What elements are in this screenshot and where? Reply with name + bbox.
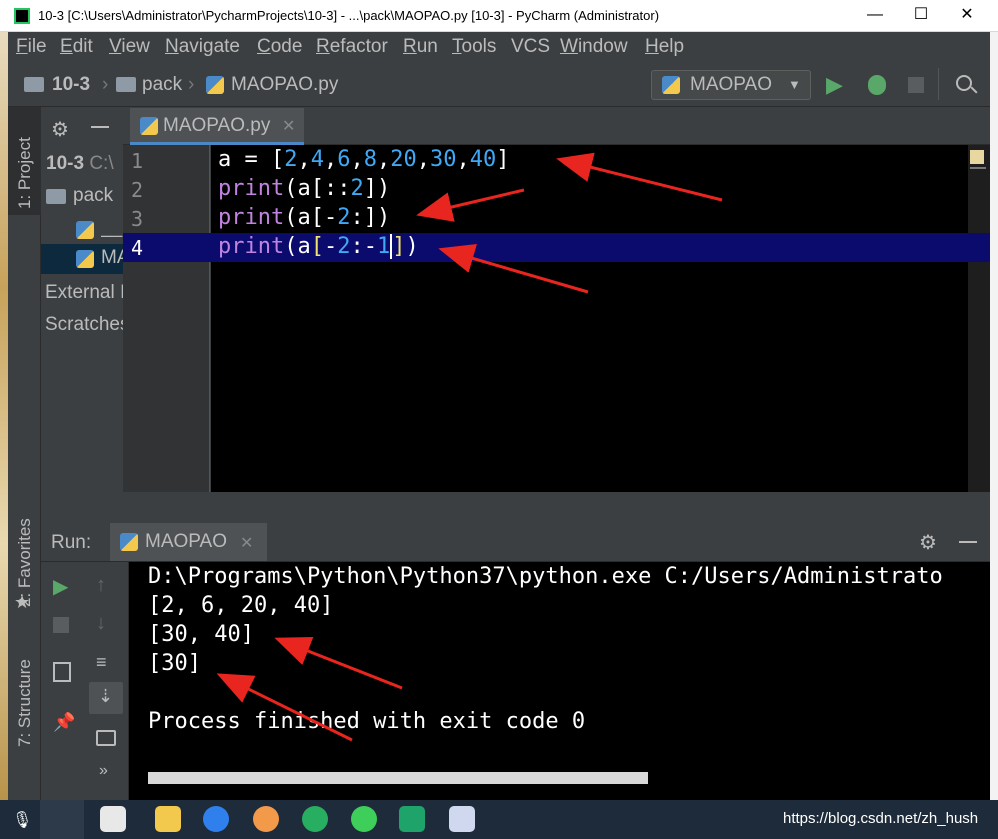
annotation-arrow [556,152,723,202]
watermark-url: https://blog.csdn.net/zh_hush [783,810,979,827]
annotation-arrow [416,188,525,222]
firefox-icon[interactable] [253,806,279,832]
file-explorer-icon[interactable] [155,806,181,832]
microphone-icon[interactable]: 🎙 [12,810,32,830]
app-icon[interactable] [302,806,328,832]
browser-icon[interactable] [203,806,229,832]
annotation-arrow [216,673,353,742]
wechat-icon[interactable] [351,806,377,832]
annotation-arrows [216,152,723,742]
annotation-arrow [274,637,403,690]
app-icon[interactable] [449,806,475,832]
annotation-arrow [438,244,589,294]
pycharm-taskbar-icon[interactable] [399,806,425,832]
app-icon[interactable] [100,806,126,832]
task-view-button[interactable] [40,800,84,839]
